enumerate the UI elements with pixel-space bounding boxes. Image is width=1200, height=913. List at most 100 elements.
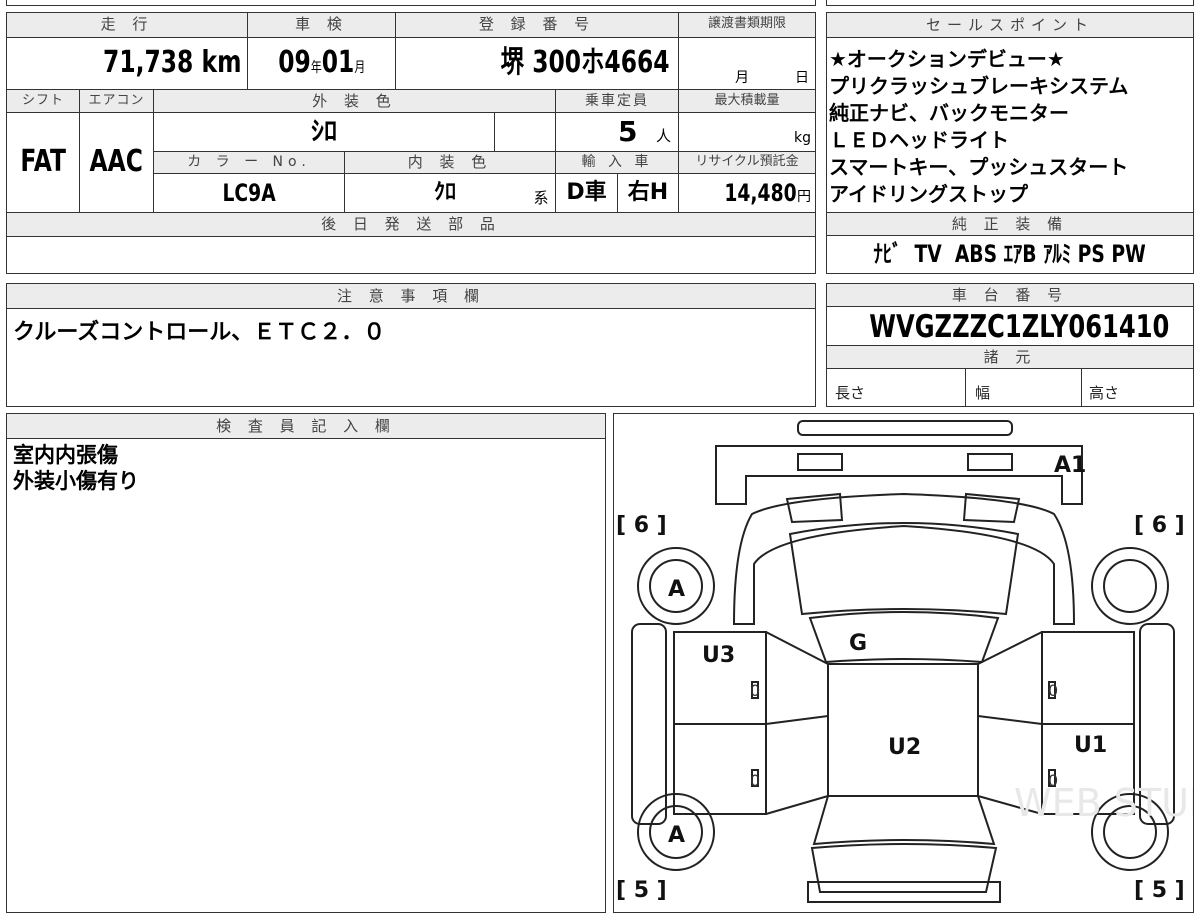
ac-text: AAC	[89, 144, 144, 179]
hood	[788, 522, 1020, 616]
sales-line: アイドリングストップ	[829, 182, 1028, 206]
equipment-text: ﾅﾋﾞ TV ABS ｴｱB ｱﾙﾐ PS PW	[873, 240, 1147, 268]
inspection-value: 09年01月	[248, 37, 395, 89]
transfer-month-unit: 月	[735, 70, 749, 86]
shift-header: シフト	[7, 90, 79, 112]
capacity-header: 乗車定員	[556, 90, 678, 112]
door-front-right	[1041, 631, 1135, 725]
chassis-header: 車 台 番 号	[827, 284, 1193, 306]
color-no-value: LC9A	[154, 174, 344, 212]
front-fog-right	[967, 453, 1013, 471]
notes-text: クルーズコントロール、ＥＴＣ２．０	[13, 320, 386, 345]
inspector-notes: 室内内張傷 外装小傷有り	[13, 442, 139, 494]
recycle-fee-number: 14,480	[724, 179, 797, 207]
import-type-value: D車	[566, 180, 607, 205]
notes-box: 注 意 事 項 欄 クルーズコントロール、ＥＴＣ２．０	[6, 283, 816, 407]
max-load-value: kg	[679, 113, 815, 151]
mark-hood: G	[849, 631, 867, 656]
ac-value: AAC	[80, 113, 153, 211]
watermark: WEB STUDIO	[1014, 781, 1193, 825]
chassis-number-text: WVGZZZC1ZLY061410	[869, 309, 1170, 345]
car-diagram: WEB STUDIO A1 [ 6 ] [ 6 ] [ 5 ] [ 5 ] A …	[616, 420, 1193, 903]
width-label: 幅	[975, 384, 991, 402]
length-label: 長さ	[835, 384, 866, 402]
front-body	[732, 492, 1076, 625]
inspector-header: 検 査 員 記 入 欄	[7, 414, 605, 438]
recycle-fee-unit: 円	[797, 189, 811, 205]
shift-text: FAT	[20, 144, 66, 179]
vehicle-info-table: 走 行 車 検 登 録 番 号 譲渡書類期限 71,738 km 09年01 月 …	[6, 12, 816, 274]
damage-diagram-box: WEB STUDIO A1 [ 6 ] [ 6 ] [ 5 ] [ 5 ] A …	[613, 413, 1194, 913]
front-bumper-strip	[797, 420, 1013, 436]
equipment-value: ﾅﾋﾞ TV ABS ｴｱB ｱﾙﾐ PS PW	[827, 236, 1193, 273]
sales-points-header: セールスポイント	[827, 13, 1193, 37]
chassis-number: WVGZZZC1ZLY061410	[827, 307, 1193, 345]
registration-number: 堺 300ホ4664	[501, 45, 670, 80]
wheel-front-right-inner	[1103, 559, 1157, 613]
front-fog-left	[797, 453, 843, 471]
mileage-value: 71,738 km	[7, 37, 245, 89]
rear-window	[812, 795, 996, 846]
sales-line: 純正ナビ、バックモニター	[829, 101, 1069, 125]
registration-value: 堺 300ホ4664	[396, 37, 676, 89]
exterior-color-value: ｼﾛ	[310, 117, 337, 147]
inspector-note-line: 外装小傷有り	[13, 469, 139, 493]
inspector-box: 検 査 員 記 入 欄 室内内張傷 外装小傷有り	[6, 413, 606, 913]
capacity-value: 5 人	[556, 113, 678, 151]
color-no-text: LC9A	[222, 179, 276, 207]
interior-color-value: ｸﾛ	[433, 180, 456, 205]
left-sill	[631, 623, 667, 825]
interior-color-header: 内 装 色	[345, 151, 555, 173]
mileage-unit: km	[201, 45, 241, 80]
exterior-color-header: 外 装 色	[154, 90, 555, 112]
mark-tire-rr: [ 5 ]	[1134, 878, 1185, 903]
mark-roof: U2	[888, 735, 921, 760]
mark-tire-fl: [ 6 ]	[616, 513, 667, 538]
shift-value: FAT	[7, 113, 79, 211]
roof	[827, 663, 979, 797]
mark-a1: A1	[1054, 453, 1086, 478]
mark-door-rr: U1	[1074, 733, 1107, 758]
height-label: 高さ	[1089, 384, 1120, 402]
registration-header: 登 録 番 号	[396, 13, 678, 37]
trunk	[810, 843, 998, 893]
max-load-unit: kg	[794, 130, 811, 146]
transfer-day-unit: 日	[795, 70, 809, 86]
zero-mark: 0	[750, 771, 760, 790]
capacity-number: 5	[618, 115, 638, 148]
mark-tire-fr: [ 6 ]	[1134, 513, 1185, 538]
capacity-unit: 人	[656, 127, 672, 145]
sales-line: スマートキー、プッシュスタート	[829, 155, 1129, 179]
inspection-header: 車 検	[248, 13, 395, 37]
recycle-fee-value: 14,480円	[679, 174, 815, 212]
specs-header: 諸 元	[827, 346, 1193, 368]
notes-header: 注 意 事 項 欄	[7, 284, 815, 308]
inspection-year-unit: 年	[310, 60, 322, 76]
recycle-header: リサイクル預託金	[679, 151, 815, 173]
mark-wheel-rl: A	[668, 823, 685, 848]
sales-line: プリクラッシュブレーキシステム	[829, 74, 1129, 98]
sales-line: ★オークションデビュー★	[829, 47, 1065, 71]
color-no-header: カ ラ ー No.	[154, 151, 344, 173]
zero-mark: 0	[1048, 771, 1058, 790]
mark-wheel-fl: A	[668, 577, 685, 602]
mileage-header: 走 行	[7, 13, 247, 37]
mileage-number: 71,738	[102, 45, 193, 80]
zero-mark: 0	[1048, 681, 1058, 700]
inspection-month-unit: 月	[354, 60, 365, 76]
front-bumper	[715, 445, 1083, 505]
mark-tire-rl: [ 5 ]	[616, 878, 667, 903]
top-strip-right	[826, 0, 1194, 6]
equipment-header: 純 正 装 備	[827, 213, 1193, 235]
transfer-deadline-header: 譲渡書類期限	[679, 13, 815, 37]
sales-points-box: セールスポイント ★オークションデビュー★ プリクラッシュブレーキシステム 純正…	[826, 12, 1194, 274]
mark-door-fl: U3	[702, 643, 735, 668]
interior-color-suffix: 系	[533, 189, 549, 207]
sales-points-list: ★オークションデビュー★ プリクラッシュブレーキシステム 純正ナビ、バックモニタ…	[829, 46, 1191, 208]
inspection-year: 09	[278, 45, 311, 80]
left-pillars	[765, 631, 829, 815]
ac-header: エアコン	[80, 90, 153, 112]
top-strip	[6, 0, 816, 6]
inspector-note-line: 室内内張傷	[13, 443, 118, 467]
later-parts-header: 後 日 発 送 部 品	[7, 212, 815, 236]
